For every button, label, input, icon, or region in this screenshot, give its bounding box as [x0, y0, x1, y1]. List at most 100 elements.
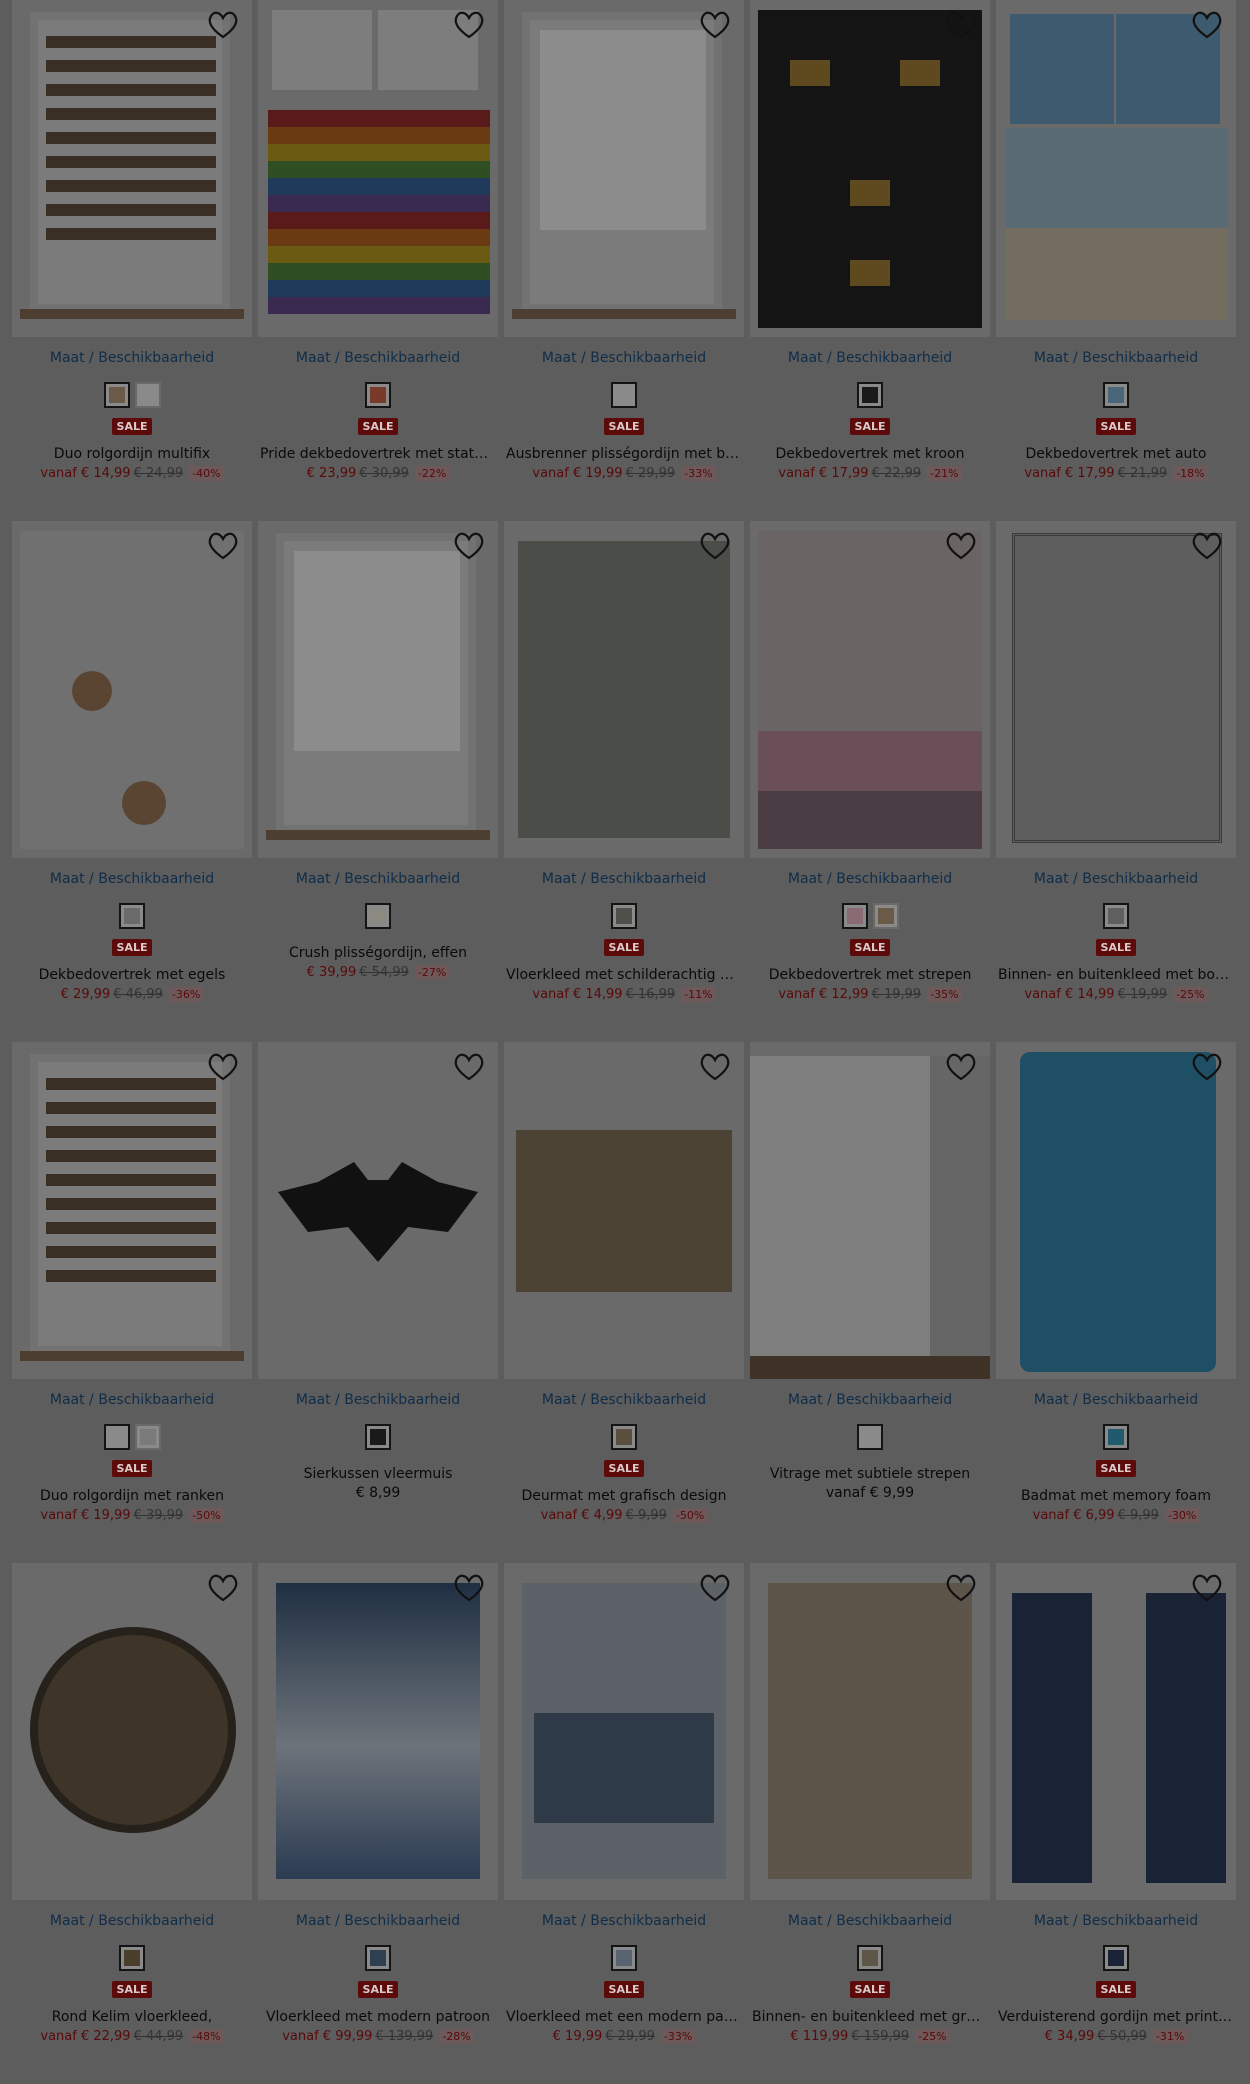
product-card[interactable]: Maat / Beschikbaarheid SALE Dekbedovertrek…	[12, 521, 252, 1042]
product-title[interactable]: Dekbedovertrek met strepen	[750, 965, 990, 985]
product-card[interactable]: Maat / Beschikbaarheid SALE Deurmat met gr…	[504, 1042, 744, 1563]
product-card[interactable]: Maat / Beschikbaarheid SALE Ausbrenner pli…	[504, 0, 744, 521]
product-card[interactable]: Maat / Beschikbaarheid SALE Verduisterend …	[996, 1563, 1236, 2084]
product-image[interactable]	[996, 1563, 1236, 1900]
product-title[interactable]: Dekbedovertrek met kroon	[750, 444, 990, 464]
size-availability-link[interactable]: Maat / Beschikbaarheid	[258, 869, 498, 889]
product-image[interactable]	[504, 521, 744, 858]
color-swatch[interactable]	[611, 1945, 637, 1971]
product-image[interactable]	[258, 1042, 498, 1379]
product-card[interactable]: Maat / Beschikbaarheid SALE Vloerkleed met…	[504, 521, 744, 1042]
product-card[interactable]: Maat / Beschikbaarheid SALE Badmat met mem…	[996, 1042, 1236, 1563]
heart-icon[interactable]	[206, 1052, 240, 1082]
product-title[interactable]: Sierkussen vleermuis	[258, 1464, 498, 1484]
size-availability-link[interactable]: Maat / Beschikbaarheid	[996, 348, 1236, 368]
product-image[interactable]	[996, 1042, 1236, 1379]
color-swatch[interactable]	[1103, 1945, 1129, 1971]
product-image[interactable]	[750, 521, 990, 858]
heart-icon[interactable]	[698, 1573, 732, 1603]
product-title[interactable]: Pride dekbedovertrek met statem…	[258, 444, 498, 464]
color-swatch[interactable]	[134, 1424, 161, 1450]
heart-icon[interactable]	[206, 10, 240, 40]
product-card[interactable]: Maat / Beschikbaarheid SALE Duo rolgordijn…	[12, 1042, 252, 1563]
size-availability-link[interactable]: Maat / Beschikbaarheid	[996, 869, 1236, 889]
product-image[interactable]	[750, 1563, 990, 1900]
product-card[interactable]: Maat / Beschikbaarheid SALE Dekbedovertrek…	[996, 0, 1236, 521]
color-swatch[interactable]	[611, 903, 637, 929]
product-card[interactable]: Maat / Beschikbaarheid SALE Dekbedovertrek…	[750, 521, 990, 1042]
size-availability-link[interactable]: Maat / Beschikbaarheid	[12, 1911, 252, 1931]
product-image[interactable]	[12, 1563, 252, 1900]
product-title[interactable]: Badmat met memory foam	[996, 1486, 1236, 1506]
size-availability-link[interactable]: Maat / Beschikbaarheid	[750, 348, 990, 368]
product-image[interactable]	[258, 0, 498, 337]
size-availability-link[interactable]: Maat / Beschikbaarheid	[504, 869, 744, 889]
heart-icon[interactable]	[1190, 1052, 1224, 1082]
color-swatch[interactable]	[857, 1945, 883, 1971]
heart-icon[interactable]	[698, 531, 732, 561]
heart-icon[interactable]	[944, 10, 978, 40]
heart-icon[interactable]	[452, 531, 486, 561]
product-card[interactable]: Maat / Beschikbaarheid SALE Binnen- en bui…	[750, 1563, 990, 2084]
product-title[interactable]: Dekbedovertrek met auto	[996, 444, 1236, 464]
product-image[interactable]	[996, 521, 1236, 858]
size-availability-link[interactable]: Maat / Beschikbaarheid	[504, 1390, 744, 1410]
product-title[interactable]: Duo rolgordijn multifix	[12, 444, 252, 464]
product-card[interactable]: Maat / Beschikbaarheid Vitrage met subtie…	[750, 1042, 990, 1563]
product-image[interactable]	[12, 0, 252, 337]
product-image[interactable]	[504, 0, 744, 337]
heart-icon[interactable]	[1190, 531, 1224, 561]
color-swatch[interactable]	[1103, 903, 1129, 929]
product-title[interactable]: Vloerkleed met modern patroon	[258, 2007, 498, 2027]
color-swatch[interactable]	[119, 903, 145, 929]
product-title[interactable]: Duo rolgordijn met ranken	[12, 1486, 252, 1506]
product-title[interactable]: Dekbedovertrek met egels	[12, 965, 252, 985]
product-title[interactable]: Binnen- en buitenkleed met grafisc…	[750, 2007, 990, 2027]
heart-icon[interactable]	[1190, 10, 1224, 40]
product-title[interactable]: Crush plisségordijn, effen	[258, 943, 498, 963]
product-card[interactable]: Maat / Beschikbaarheid Sierkussen vleermu…	[258, 1042, 498, 1563]
size-availability-link[interactable]: Maat / Beschikbaarheid	[504, 1911, 744, 1931]
product-image[interactable]	[750, 1042, 990, 1379]
color-swatch[interactable]	[841, 903, 868, 929]
product-card[interactable]: Maat / Beschikbaarheid Crush plisségordij…	[258, 521, 498, 1042]
product-image[interactable]	[504, 1042, 744, 1379]
size-availability-link[interactable]: Maat / Beschikbaarheid	[996, 1911, 1236, 1931]
product-image[interactable]	[12, 1042, 252, 1379]
product-title[interactable]: Verduisterend gordijn met print (1 …	[996, 2007, 1236, 2027]
heart-icon[interactable]	[206, 1573, 240, 1603]
product-card[interactable]: Maat / Beschikbaarheid SALE Rond Kelim vlo…	[12, 1563, 252, 2084]
product-image[interactable]	[12, 521, 252, 858]
size-availability-link[interactable]: Maat / Beschikbaarheid	[258, 1390, 498, 1410]
color-swatch[interactable]	[365, 1424, 391, 1450]
product-card[interactable]: Maat / Beschikbaarheid SALE Pride dekbedov…	[258, 0, 498, 521]
product-image[interactable]	[504, 1563, 744, 1900]
product-image[interactable]	[258, 521, 498, 858]
product-image[interactable]	[258, 1563, 498, 1900]
product-card[interactable]: Maat / Beschikbaarheid SALE Vloerkleed met…	[504, 1563, 744, 2084]
heart-icon[interactable]	[452, 1573, 486, 1603]
product-title[interactable]: Binnen- en buitenkleed met boord	[996, 965, 1236, 985]
product-title[interactable]: Deurmat met grafisch design	[504, 1486, 744, 1506]
product-title[interactable]: Vloerkleed met schilderachtig mot…	[504, 965, 744, 985]
product-card[interactable]: Maat / Beschikbaarheid SALE Duo rolgordijn…	[12, 0, 252, 521]
product-title[interactable]: Rond Kelim vloerkleed,	[12, 2007, 252, 2027]
color-swatch[interactable]	[872, 903, 899, 929]
heart-icon[interactable]	[452, 10, 486, 40]
color-swatch[interactable]	[365, 1945, 391, 1971]
size-availability-link[interactable]: Maat / Beschikbaarheid	[750, 869, 990, 889]
heart-icon[interactable]	[944, 531, 978, 561]
product-card[interactable]: Maat / Beschikbaarheid SALE Vloerkleed met…	[258, 1563, 498, 2084]
color-swatch[interactable]	[365, 903, 391, 929]
size-availability-link[interactable]: Maat / Beschikbaarheid	[750, 1390, 990, 1410]
color-swatch[interactable]	[857, 382, 883, 408]
product-image[interactable]	[750, 0, 990, 337]
product-title[interactable]: Ausbrenner plisségordijn met blad…	[504, 444, 744, 464]
color-swatch[interactable]	[1103, 382, 1129, 408]
heart-icon[interactable]	[944, 1052, 978, 1082]
product-title[interactable]: Vloerkleed met een modern patroon	[504, 2007, 744, 2027]
product-image[interactable]	[996, 0, 1236, 337]
color-swatch[interactable]	[365, 382, 391, 408]
product-title[interactable]: Vitrage met subtiele strepen	[750, 1464, 990, 1484]
color-swatch[interactable]	[134, 382, 161, 408]
